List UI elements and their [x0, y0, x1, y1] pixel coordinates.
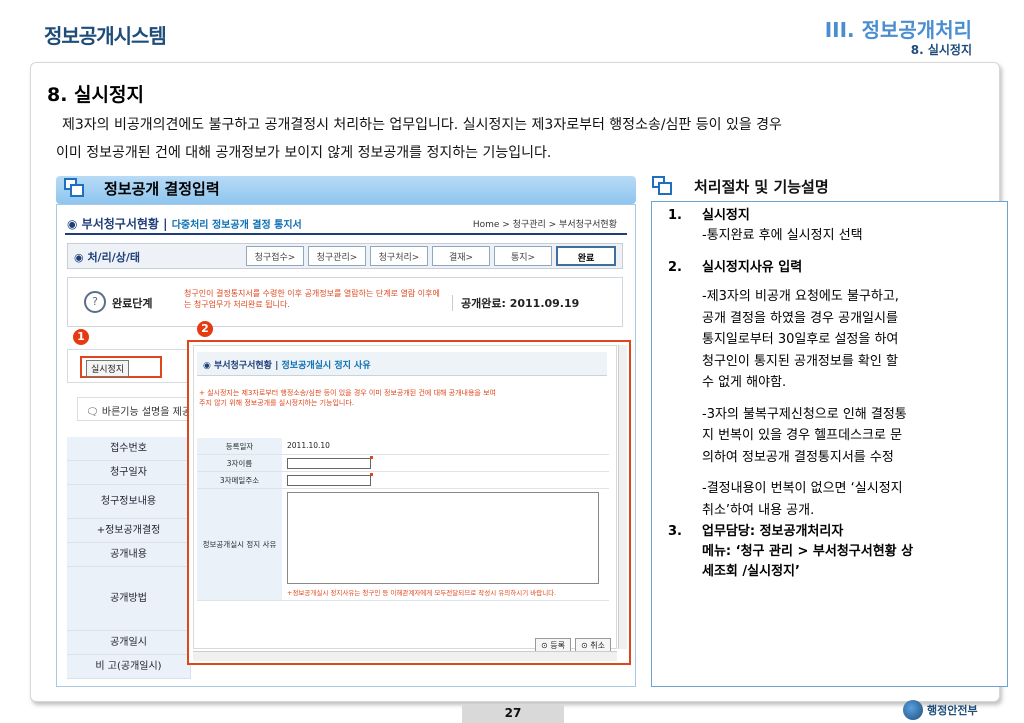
stop-reason-textarea[interactable] — [287, 492, 599, 584]
step-badge-1: 1 — [73, 329, 89, 345]
step-manage[interactable]: 청구관리> — [308, 246, 366, 266]
procedure-item-1: 1. 실시정지 -통지완료 후에 실시정지 선택 — [668, 208, 863, 243]
step-approval[interactable]: 결재> — [432, 246, 490, 266]
third-party-email-input[interactable] — [287, 473, 373, 486]
grid-row: 청구정보내용[E — [67, 485, 202, 519]
info-icon: ? — [84, 291, 106, 313]
stop-area: 실시정지 — [67, 349, 191, 383]
step-badge-2: 2 — [197, 321, 213, 337]
right-panel-title: 처리절차 및 기능설명 — [694, 178, 829, 196]
page-number: 27 — [462, 704, 564, 723]
procedure-item-2: 2. 실시정지사유 입력 — [668, 260, 803, 275]
grid-row: +정보공개결정공 — [67, 519, 202, 543]
chapter-subtitle: 8. 실시정지 — [910, 43, 972, 57]
form-row-date: 등록일자 2011.10.10 — [197, 438, 609, 455]
stop-button-highlight: 실시정지 — [80, 356, 162, 378]
reason-note: +정보공개실시 정지사유는 청구인 등 이해관계자에게 모두전달되므로 작성시 … — [287, 589, 557, 597]
status-bar: ◉ 처/리/상/태 청구접수> 청구관리> 청구처리> 결재> 통지> 완료 — [67, 243, 623, 269]
horizontal-scrollbar[interactable] — [193, 651, 617, 661]
ministry-logo: 행정안전부 — [903, 700, 978, 720]
left-panel-header: 정보공개 결정입력 — [56, 176, 636, 204]
release-date: 공개완료: 2011.09.19 — [452, 295, 579, 311]
grid-row: 공개내용다 — [67, 543, 202, 567]
process-steps: 청구접수> 청구관리> 청구처리> 결재> 통지> 완료 — [246, 246, 616, 266]
grid-row: 접수번호2 — [67, 437, 200, 461]
step-complete[interactable]: 완료 — [556, 246, 616, 266]
registration-date: 2011.10.10 — [287, 441, 330, 450]
procedure-box: 1. 실시정지 -통지완료 후에 실시정지 선택 2. 실시정지사유 입력 -제… — [651, 201, 1008, 687]
divider — [65, 233, 627, 235]
step-process[interactable]: 청구처리> — [370, 246, 428, 266]
window-icon — [652, 176, 674, 196]
grid-row: 공개방법 — [67, 567, 191, 631]
section-desc-line1: 제3자의 비공개의견에도 불구하고 공개결정시 처리하는 업무입니다. 실시정지… — [62, 117, 782, 133]
popup-form: 등록일자 2011.10.10 3자이름 3자메일주소 정보공개실시 정지 사유… — [197, 438, 609, 601]
left-panel-title: 정보공개 결정입력 — [104, 180, 220, 198]
stage-notice: ? 완료단계 청구인이 결정통지서를 수령한 이후 공개정보를 열람하는 단계로… — [67, 277, 623, 327]
hint-box: 🗨 바른기능 설명을 제공 — [77, 397, 197, 421]
grid-row: 청구일자2 — [67, 461, 200, 485]
screen-breadcrumb: Home > 청구관리 > 부서청구서현황 — [472, 220, 617, 230]
step-notice[interactable]: 통지> — [494, 246, 552, 266]
form-row-email: 3자메일주소 — [197, 472, 609, 489]
vertical-scrollbar[interactable] — [618, 345, 627, 649]
grid-row: 비 고(공개일시) — [67, 655, 191, 679]
form-row-name: 3자이름 — [197, 455, 609, 472]
third-party-name-input[interactable] — [287, 456, 373, 469]
popup-title: ◉ 부서청구서현황 | 정보공개실시 정지 사유 — [197, 352, 607, 376]
step-receipt[interactable]: 청구접수> — [246, 246, 304, 266]
stage-message: 청구인이 결정통지서를 수령한 이후 공개정보를 열람하는 단계로 열람 이후에… — [184, 289, 440, 309]
emblem-icon — [903, 700, 923, 720]
status-label: ◉ 처/리/상/태 — [74, 251, 140, 264]
stage-label: 완료단계 — [112, 297, 153, 310]
system-title: 정보공개시스템 — [44, 24, 167, 48]
procedure-item-3: 3. 업무담당: 정보공개처리자 메뉴: ‘청구 관리 > 부서청구서현황 상 … — [668, 524, 914, 579]
section-desc-line2: 이미 정보공개된 건에 대해 공개정보가 보이지 않게 정보공개를 정지하는 기… — [56, 145, 552, 161]
form-row-reason: 정보공개실시 정지 사유 +정보공개실시 정지사유는 청구인 등 이해관계자에게… — [197, 489, 609, 601]
screen-page-title: ◉ 부서청구서현황 | 다중처리 정보공개 결정 통지서 — [67, 217, 302, 231]
section-title: 8. 실시정지 — [47, 84, 144, 106]
stop-reason-popup: ◉ 부서청구서현황 | 정보공개실시 정지 사유 + 실시정지는 제3자로부터 … — [187, 340, 631, 665]
popup-note: + 실시정지는 제3자로부터 행정소송/심판 등이 있을 경우 이미 정보공개된… — [199, 389, 496, 407]
stop-button[interactable]: 실시정지 — [86, 360, 130, 377]
procedure-item-2-body: -제3자의 비공개 요청에도 불구하고, 공개 결정을 하였을 경우 공개일시를… — [702, 289, 907, 518]
detail-grid: 접수번호2 청구일자2 청구정보내용[E +정보공개결정공 공개내용다 공개방법… — [67, 437, 202, 679]
window-icon — [64, 178, 86, 198]
chapter-title: III. 정보공개처리 — [824, 18, 972, 42]
grid-row: 공개일시2 — [67, 631, 200, 655]
